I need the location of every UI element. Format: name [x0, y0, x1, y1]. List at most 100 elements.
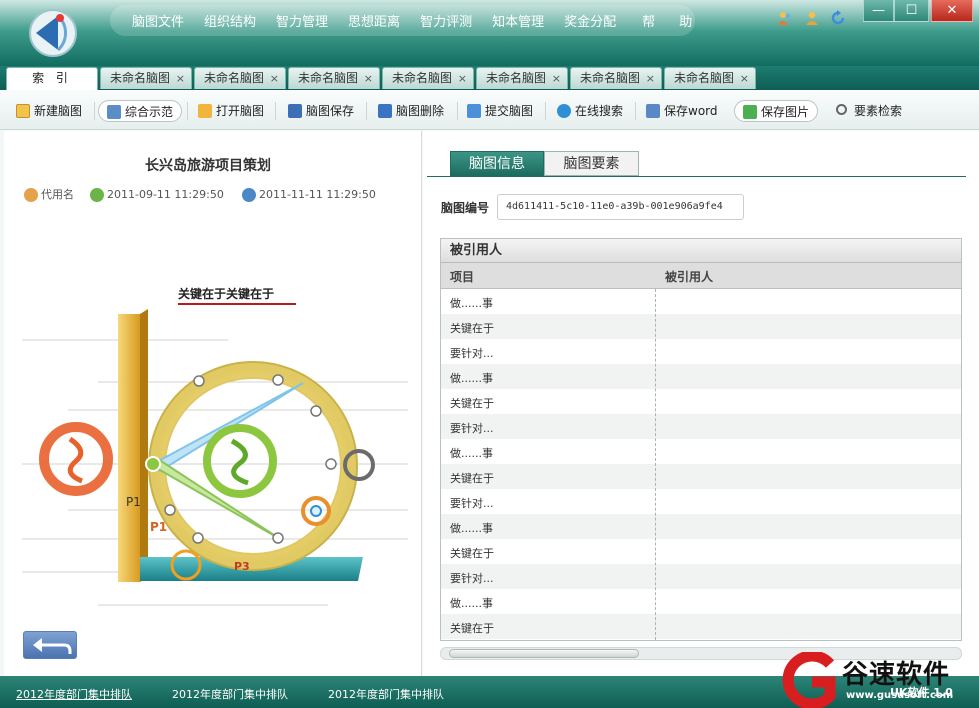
- close-button[interactable]: ✕: [931, 0, 973, 22]
- tab-close-icon[interactable]: ×: [552, 68, 561, 89]
- status-link[interactable]: 2012年度部门集中排队: [16, 686, 132, 702]
- tab-untitled-4[interactable]: 未命名脑图 ×: [382, 67, 474, 89]
- tab-close-icon[interactable]: ×: [646, 68, 655, 89]
- mindmap-diagram[interactable]: 关键在于关键在于 P1 P1 P3: [18, 281, 418, 611]
- tab-close-icon[interactable]: ×: [364, 68, 373, 89]
- save-image-button[interactable]: 保存图片: [734, 100, 819, 122]
- tab-close-icon[interactable]: ×: [176, 68, 185, 89]
- info-panel: 脑图信息 脑图要素 脑图编号 4d611411-5c10-11e0-a39b-0…: [423, 131, 979, 676]
- table-row[interactable]: 要针对...: [441, 339, 961, 364]
- element-search-button[interactable]: 要素检索: [834, 100, 902, 122]
- table-row[interactable]: 要针对...: [441, 489, 961, 514]
- status-item: 2012年度部门集中排队: [328, 688, 444, 701]
- watermark-url: www.gususoft.com: [846, 690, 954, 701]
- globe-icon: [557, 104, 571, 118]
- user-icon[interactable]: [804, 10, 820, 26]
- new-file-icon: [16, 104, 30, 118]
- tab-untitled-2[interactable]: 未命名脑图 ×: [194, 67, 286, 89]
- new-mindmap-button[interactable]: 新建脑图: [14, 100, 82, 122]
- users-icon[interactable]: [777, 10, 793, 26]
- save-mindmap-button[interactable]: 脑图保存: [286, 100, 354, 122]
- menu-file[interactable]: 脑图文件: [132, 11, 184, 30]
- column-header-cited-by[interactable]: 被引用人: [665, 268, 713, 285]
- table-row[interactable]: 做......事: [441, 514, 961, 539]
- mindmap-preview-panel: 长兴岛旅游项目策划 代用名 2011-09-11 11:29:50 2011-1…: [4, 131, 422, 676]
- tab-close-icon[interactable]: ×: [270, 68, 279, 89]
- scrollbar-thumb[interactable]: [449, 649, 639, 658]
- minimize-button[interactable]: —: [863, 0, 894, 22]
- column-header-item[interactable]: 项目: [450, 268, 474, 285]
- clock-icon: [90, 188, 104, 202]
- modified-meta: 2011-11-11 11:29:50: [242, 188, 376, 202]
- open-mindmap-label: 打开脑图: [216, 104, 265, 118]
- table-row[interactable]: 做......事: [441, 439, 961, 464]
- delete-mindmap-button[interactable]: 脑图删除: [376, 100, 444, 122]
- table-row[interactable]: 关键在于: [441, 464, 961, 489]
- table-row[interactable]: 做......事: [441, 589, 961, 614]
- vertical-bar-side: [140, 309, 148, 582]
- tab-untitled-1[interactable]: 未命名脑图 ×: [100, 67, 192, 89]
- word-doc-icon: [646, 104, 660, 118]
- online-search-button[interactable]: 在线搜索: [555, 100, 623, 122]
- save-word-button[interactable]: 保存word: [644, 100, 718, 122]
- row-item: 做......事: [450, 597, 493, 610]
- book-icon: [107, 105, 121, 119]
- menu-thought-distance[interactable]: 思想距离: [348, 11, 400, 30]
- table-row[interactable]: 关键在于: [441, 314, 961, 339]
- tab-close-icon[interactable]: ×: [458, 68, 467, 89]
- status-item: 2012年度部门集中排队: [172, 688, 288, 701]
- column-divider: [655, 289, 656, 640]
- table-row[interactable]: 关键在于: [441, 389, 961, 414]
- tab-close-icon[interactable]: ×: [740, 68, 749, 89]
- node-heading[interactable]: 关键在于关键在于: [178, 286, 274, 301]
- title-bar: 脑图文件 组织结构 智力管理 思想距离 智力评测 知本管理 奖金分配 帮 助 —…: [0, 0, 979, 68]
- app-window: 脑图文件 组织结构 智力管理 思想距离 智力评测 知本管理 奖金分配 帮 助 —…: [0, 0, 979, 708]
- magnifier-icon: [836, 104, 847, 115]
- toolbar-divider: [545, 102, 546, 120]
- save-image-label: 保存图片: [761, 105, 810, 119]
- toolbar-divider: [635, 102, 636, 120]
- main-ring-body: [150, 363, 356, 569]
- toolbar-divider: [366, 102, 367, 120]
- row-item: 要针对...: [450, 347, 494, 360]
- tab-untitled-3[interactable]: 未命名脑图 ×: [288, 67, 380, 89]
- open-mindmap-button[interactable]: 打开脑图: [196, 100, 264, 122]
- upload-icon: [467, 104, 481, 118]
- table-row[interactable]: 做......事: [441, 364, 961, 389]
- table-title: 被引用人: [441, 239, 961, 263]
- back-button[interactable]: [23, 631, 77, 659]
- menu-org-structure[interactable]: 组织结构: [204, 11, 256, 30]
- spoke-hub-node[interactable]: [145, 456, 161, 472]
- menu-intellect-mgmt[interactable]: 智力管理: [276, 11, 328, 30]
- mindmap-id-field[interactable]: 4d611411-5c10-11e0-a39b-001e906a9fe4: [497, 194, 744, 220]
- tab-mindmap-info[interactable]: 脑图信息: [450, 151, 544, 176]
- created-time: 2011-09-11 11:29:50: [107, 188, 224, 201]
- orange-node-center: [310, 505, 322, 517]
- toolbar-divider: [275, 102, 276, 120]
- tab-untitled-6[interactable]: 未命名脑图 ×: [570, 67, 662, 89]
- table-row[interactable]: 关键在于: [441, 539, 961, 564]
- table-row[interactable]: 要针对...: [441, 564, 961, 589]
- tab-label: 未命名脑图: [580, 71, 641, 85]
- table-row[interactable]: 要针对...: [441, 414, 961, 439]
- tab-untitled-5[interactable]: 未命名脑图 ×: [476, 67, 568, 89]
- menu-help[interactable]: 帮 助: [642, 11, 702, 30]
- menu-knowledge-mgmt[interactable]: 知本管理: [492, 11, 544, 30]
- tab-mindmap-elements[interactable]: 脑图要素: [544, 151, 639, 176]
- tab-label: 未命名脑图: [486, 71, 547, 85]
- tab-index[interactable]: 索 引: [6, 67, 98, 91]
- green-swirl: [230, 438, 249, 486]
- online-search-label: 在线搜索: [575, 104, 624, 118]
- element-search-label: 要素检索: [854, 104, 903, 118]
- tab-untitled-7[interactable]: 未命名脑图 ×: [664, 67, 756, 89]
- menu-bonus[interactable]: 奖金分配: [564, 11, 616, 30]
- refresh-icon[interactable]: [830, 10, 846, 26]
- table-row[interactable]: 做......事: [441, 289, 961, 314]
- menu-intellect-eval[interactable]: 智力评测: [420, 11, 472, 30]
- table-row[interactable]: 关键在于: [441, 614, 961, 639]
- tab-underline: [427, 176, 966, 177]
- submit-mindmap-button[interactable]: 提交脑图: [465, 100, 533, 122]
- row-item: 做......事: [450, 372, 493, 385]
- maximize-button[interactable]: ☐: [894, 0, 929, 22]
- demo-button[interactable]: 综合示范: [98, 100, 183, 122]
